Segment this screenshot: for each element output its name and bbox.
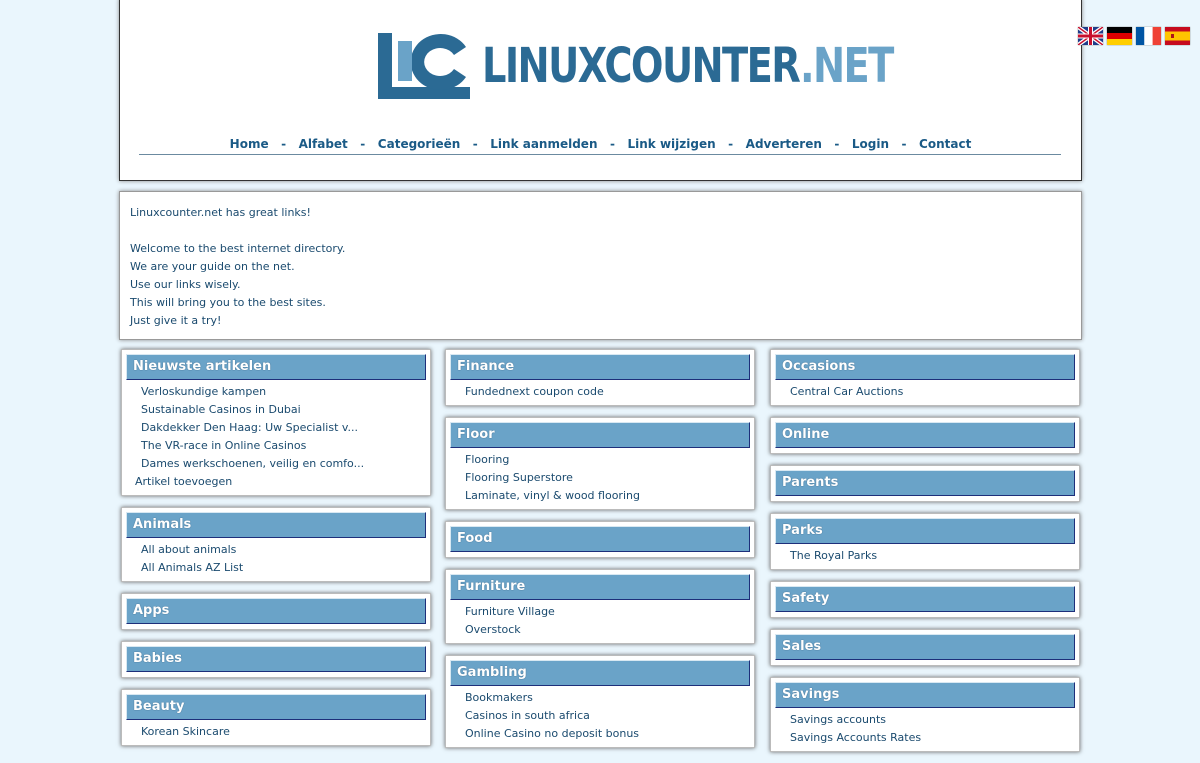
list-item[interactable]: Verloskundige kampen [126, 383, 426, 401]
category-title[interactable]: Parents [775, 470, 1075, 496]
nav-separator: - [834, 137, 840, 151]
spain-flag-icon[interactable] [1165, 27, 1190, 45]
list-item[interactable]: Laminate, vinyl & wood flooring [450, 487, 750, 505]
nav-alfabet[interactable]: Alfabet [299, 137, 348, 151]
category-title[interactable]: Sales [775, 634, 1075, 660]
nav-contact[interactable]: Contact [919, 137, 971, 151]
category-title[interactable]: Gambling [450, 660, 750, 686]
nav-separator: - [901, 137, 907, 151]
intro-text: We are your guide on the net. [130, 260, 295, 273]
category-box: Nieuwste artikelen Verloskundige kampen … [121, 349, 431, 496]
nav-separator: - [281, 137, 287, 151]
category-title[interactable]: Parks [775, 518, 1075, 544]
category-title[interactable]: Nieuwste artikelen [126, 354, 426, 380]
nav-separator: - [360, 137, 366, 151]
category-title[interactable]: Animals [126, 512, 426, 538]
nav-link-aanmelden[interactable]: Link aanmelden [490, 137, 597, 151]
list-item[interactable]: All Animals AZ List [126, 559, 426, 577]
nav-separator: - [728, 137, 734, 151]
category-title[interactable]: Beauty [126, 694, 426, 720]
nav-separator: - [610, 137, 615, 151]
intro-text: Welcome to the best internet directory. [130, 242, 346, 255]
lc-logo-icon [378, 33, 470, 99]
nav-link-wijzigen[interactable]: Link wijzigen [628, 137, 716, 151]
category-box: Beauty Korean Skincare [121, 689, 431, 746]
category-box: Food [445, 521, 755, 558]
category-box: Safety [770, 581, 1080, 618]
category-box: Parks The Royal Parks [770, 513, 1080, 570]
intro-text: This will bring you to the best sites. [130, 296, 326, 309]
category-box: Furniture Furniture Village Overstock [445, 569, 755, 644]
list-item[interactable]: Savings Accounts Rates [775, 729, 1075, 747]
nav-separator: - [472, 137, 478, 151]
category-title[interactable]: Savings [775, 682, 1075, 708]
uk-flag-icon[interactable] [1078, 27, 1103, 45]
category-title[interactable]: Food [450, 526, 750, 552]
list-item[interactable]: Dakdekker Den Haag: Uw Specialist v... [126, 419, 426, 437]
category-column-3: Occasions Central Car Auctions Online Pa… [770, 349, 1080, 763]
intro-panel: Linuxcounter.net has great links! Welcom… [119, 191, 1082, 340]
germany-flag-icon[interactable] [1107, 27, 1132, 45]
category-column-1: Nieuwste artikelen Verloskundige kampen … [121, 349, 431, 757]
category-column-2: Finance Fundednext coupon code Floor Flo… [445, 349, 755, 759]
category-box: Sales [770, 629, 1080, 666]
language-flags [1078, 27, 1194, 45]
nav-divider [139, 154, 1061, 155]
category-box: Babies [121, 641, 431, 678]
category-box: Floor Flooring Flooring Superstore Lamin… [445, 417, 755, 510]
list-item[interactable]: Sustainable Casinos in Dubai [126, 401, 426, 419]
category-title[interactable]: Furniture [450, 574, 750, 600]
list-item[interactable]: The Royal Parks [775, 547, 1075, 565]
category-box: Online [770, 417, 1080, 454]
category-box: Gambling Bookmakers Casinos in south afr… [445, 655, 755, 748]
category-title[interactable]: Safety [775, 586, 1075, 612]
category-title[interactable]: Babies [126, 646, 426, 672]
logo-main: LINUXCOUNTER [482, 38, 802, 94]
nav-home[interactable]: Home [230, 137, 269, 151]
category-title[interactable]: Finance [450, 354, 750, 380]
list-item[interactable]: Bookmakers [450, 689, 750, 707]
list-item[interactable]: Central Car Auctions [775, 383, 1075, 401]
category-title[interactable]: Online [775, 422, 1075, 448]
category-box: Parents [770, 465, 1080, 502]
list-item[interactable]: Korean Skincare [126, 723, 426, 741]
intro-text: Just give it a try! [130, 314, 222, 327]
list-item[interactable]: Casinos in south africa [450, 707, 750, 725]
intro-headline: Linuxcounter.net has great links! [130, 206, 311, 219]
category-box: Apps [121, 593, 431, 630]
list-item[interactable]: Furniture Village [450, 603, 750, 621]
list-item[interactable]: Savings accounts [775, 711, 1075, 729]
list-item[interactable]: Flooring Superstore [450, 469, 750, 487]
category-box: Animals All about animals All Animals AZ… [121, 507, 431, 582]
add-article-link[interactable]: Artikel toevoegen [126, 473, 426, 491]
main-nav: Home - Alfabet - Categorieën - Link aanmelden -… [120, 137, 1081, 151]
category-title[interactable]: Floor [450, 422, 750, 448]
list-item[interactable]: The VR-race in Online Casinos [126, 437, 426, 455]
category-title[interactable]: Apps [126, 598, 426, 624]
site-logo[interactable]: LINUXCOUNTER.NET [378, 33, 894, 103]
nav-categorieen[interactable]: Categorieën [378, 137, 460, 151]
nav-adverteren[interactable]: Adverteren [746, 137, 822, 151]
list-item[interactable]: Dames werkschoenen, veilig en comfo... [126, 455, 426, 473]
site-header: LINUXCOUNTER.NET Home - Alfabet - Categorieë… [119, 0, 1082, 181]
logo-tld: .NET [799, 38, 894, 94]
category-box: Occasions Central Car Auctions [770, 349, 1080, 406]
category-title[interactable]: Occasions [775, 354, 1075, 380]
france-flag-icon[interactable] [1136, 27, 1161, 45]
list-item[interactable]: Online Casino no deposit bonus [450, 725, 750, 743]
logo-wordmark: LINUXCOUNTER.NET [482, 35, 894, 97]
list-item[interactable]: Overstock [450, 621, 750, 639]
nav-login[interactable]: Login [852, 137, 889, 151]
list-item[interactable]: All about animals [126, 541, 426, 559]
intro-text: Use our links wisely. [130, 278, 241, 291]
category-box: Finance Fundednext coupon code [445, 349, 755, 406]
list-item[interactable]: Fundednext coupon code [450, 383, 750, 401]
category-box: Savings Savings accounts Savings Account… [770, 677, 1080, 752]
list-item[interactable]: Flooring [450, 451, 750, 469]
